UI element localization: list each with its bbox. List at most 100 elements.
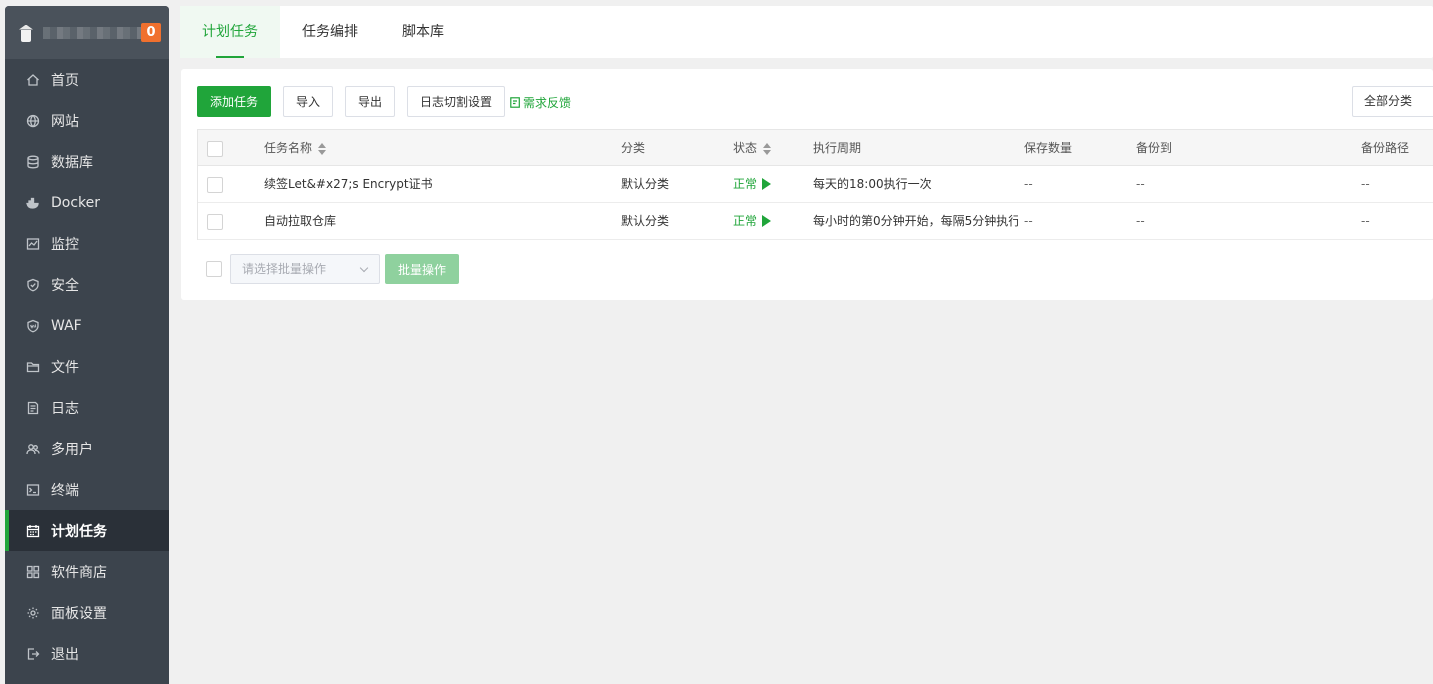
sidebar-item-label: 面板设置: [51, 605, 107, 622]
header-backup-to: 备份到: [1136, 141, 1173, 155]
sidebar-item-label: 数据库: [51, 154, 93, 171]
task-category: 默认分类: [621, 214, 670, 228]
sidebar-item-label: 计划任务: [51, 523, 107, 540]
header-backup-path: 备份路径: [1361, 141, 1410, 155]
sidebar-item-label: 监控: [51, 236, 79, 253]
sidebar-item-monitor[interactable]: 监控: [5, 223, 169, 264]
task-cycle: 每小时的第0分钟开始，每隔5分钟执行: [813, 214, 1018, 228]
task-category: 默认分类: [621, 177, 670, 191]
header-label: 任务名称: [264, 141, 313, 155]
task-status[interactable]: 正常: [733, 203, 772, 239]
task-backup-to: --: [1136, 214, 1145, 228]
folder-icon: [25, 359, 41, 375]
table-row: 自动拉取仓库 默认分类 正常 每小时的第0分钟开始，每隔5分钟执行 -- -- …: [198, 203, 1433, 240]
select-all-checkbox[interactable]: [207, 141, 223, 157]
sidebar-item-security[interactable]: 安全: [5, 264, 169, 305]
play-icon: [762, 177, 772, 190]
sidebar-item-label: 终端: [51, 482, 79, 499]
header-task-name[interactable]: 任务名称: [264, 130, 327, 166]
sidebar-item-database[interactable]: 数据库: [5, 141, 169, 182]
header-save-count: 保存数量: [1024, 141, 1073, 155]
header-status[interactable]: 状态: [733, 130, 772, 166]
import-button[interactable]: 导入: [283, 86, 333, 117]
table-row: 续签Let&#x27;s Encrypt证书 默认分类 正常 每天的18:00执…: [198, 166, 1433, 203]
tab-cron-tasks[interactable]: 计划任务: [180, 6, 280, 58]
task-cycle: 每天的18:00执行一次: [813, 177, 932, 191]
server-logo-icon: [19, 23, 33, 43]
task-panel: 添加任务 导入 导出 日志切割设置 需求反馈 全部分类 任务名称 分类 状态 执…: [181, 69, 1433, 300]
sidebar-item-label: Docker: [51, 194, 101, 211]
batch-operation-button[interactable]: 批量操作: [385, 254, 459, 284]
play-icon: [762, 214, 772, 227]
sidebar: 0 首页 网站 数据库 Docker 监控 安全 WAF 文件 日志 多用户 终…: [5, 6, 169, 684]
log-split-settings-button[interactable]: 日志切割设置: [407, 86, 505, 117]
feedback-link[interactable]: 需求反馈: [510, 94, 571, 111]
header-cycle: 执行周期: [813, 141, 862, 155]
task-name[interactable]: 续签Let&#x27;s Encrypt证书: [264, 166, 604, 202]
chevron-down-icon: [359, 263, 369, 273]
sidebar-item-waf[interactable]: WAF: [5, 305, 169, 346]
sidebar-item-label: 网站: [51, 113, 79, 130]
feedback-label: 需求反馈: [523, 96, 572, 110]
notification-badge[interactable]: 0: [141, 23, 161, 42]
sidebar-item-files[interactable]: 文件: [5, 346, 169, 387]
sidebar-item-label: 退出: [51, 646, 79, 663]
batch-placeholder: 请选择批量操作: [242, 262, 327, 276]
sidebar-item-label: 文件: [51, 359, 79, 376]
calendar-icon: [25, 523, 41, 539]
task-backup-to: --: [1136, 177, 1145, 191]
batch-operation-select[interactable]: 请选择批量操作: [230, 254, 380, 284]
waf-shield-icon: [25, 318, 41, 334]
sidebar-item-label: 多用户: [51, 441, 93, 458]
sidebar-item-logout[interactable]: 退出: [5, 633, 169, 674]
task-status[interactable]: 正常: [733, 166, 772, 202]
add-task-button[interactable]: 添加任务: [197, 86, 271, 117]
home-icon: [25, 72, 41, 88]
sidebar-item-website[interactable]: 网站: [5, 100, 169, 141]
header-label: 状态: [733, 141, 758, 155]
shield-icon: [25, 277, 41, 293]
log-icon: [25, 400, 41, 416]
table-header: 任务名称 分类 状态 执行周期 保存数量 备份到 备份路径: [198, 129, 1433, 166]
sidebar-item-terminal[interactable]: 终端: [5, 469, 169, 510]
task-save-count: --: [1024, 214, 1033, 228]
docker-icon: [25, 195, 41, 211]
row-checkbox[interactable]: [207, 214, 223, 230]
top-tabs: 计划任务 任务编排 脚本库: [180, 6, 1433, 58]
sidebar-item-home[interactable]: 首页: [5, 59, 169, 100]
header-category: 分类: [621, 141, 646, 155]
sidebar-item-label: 安全: [51, 277, 79, 294]
category-select[interactable]: 全部分类: [1352, 86, 1433, 117]
sort-icon: [763, 142, 772, 155]
logout-icon: [25, 646, 41, 662]
status-label: 正常: [733, 214, 758, 228]
tab-script-library[interactable]: 脚本库: [380, 6, 466, 58]
sidebar-item-label: WAF: [51, 317, 82, 334]
sidebar-item-logs[interactable]: 日志: [5, 387, 169, 428]
task-backup-path: --: [1361, 214, 1370, 228]
edit-note-icon: [510, 97, 520, 108]
sidebar-item-label: 日志: [51, 400, 79, 417]
sidebar-item-label: 软件商店: [51, 564, 107, 581]
task-backup-path: --: [1361, 177, 1370, 191]
row-checkbox[interactable]: [207, 177, 223, 193]
server-ip-redacted: [43, 26, 153, 39]
task-table: 任务名称 分类 状态 执行周期 保存数量 备份到 备份路径 续签Let&#x27…: [197, 129, 1433, 240]
export-button[interactable]: 导出: [345, 86, 395, 117]
sidebar-header: 0: [5, 6, 169, 59]
task-name[interactable]: 自动拉取仓库: [264, 203, 604, 239]
tab-task-orchestration[interactable]: 任务编排: [280, 6, 380, 58]
sidebar-item-multiuser[interactable]: 多用户: [5, 428, 169, 469]
sidebar-item-docker[interactable]: Docker: [5, 182, 169, 223]
task-save-count: --: [1024, 177, 1033, 191]
sidebar-item-cron[interactable]: 计划任务: [5, 510, 169, 551]
database-icon: [25, 154, 41, 170]
grid-icon: [25, 564, 41, 580]
sidebar-item-store[interactable]: 软件商店: [5, 551, 169, 592]
status-label: 正常: [733, 177, 758, 191]
batch-select-all-checkbox[interactable]: [206, 261, 222, 277]
sidebar-item-settings[interactable]: 面板设置: [5, 592, 169, 633]
monitor-chart-icon: [25, 236, 41, 252]
sort-icon: [318, 142, 327, 155]
sidebar-item-label: 首页: [51, 72, 79, 89]
